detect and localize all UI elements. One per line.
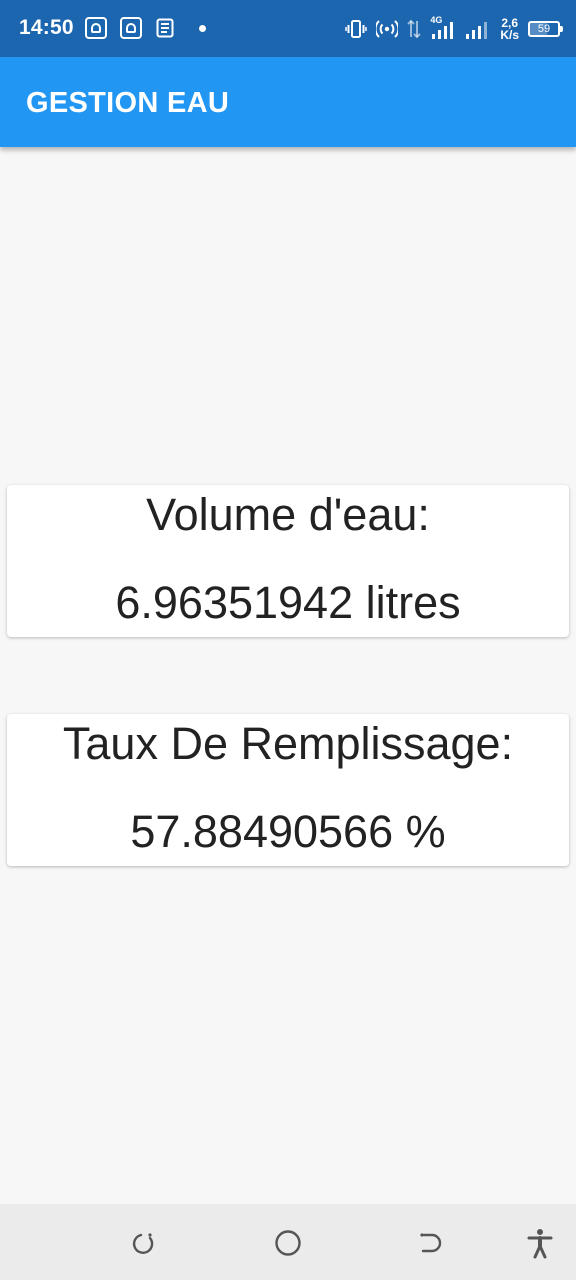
notification-dot bbox=[199, 25, 206, 32]
recent-apps-icon[interactable] bbox=[126, 1226, 160, 1260]
app-title: GESTION EAU bbox=[26, 87, 230, 119]
app-bar: GESTION EAU bbox=[0, 57, 576, 147]
battery-icon: 59 bbox=[528, 21, 563, 37]
navigation-bar bbox=[0, 1204, 576, 1280]
back-icon[interactable] bbox=[414, 1226, 448, 1260]
keyboard-icon bbox=[120, 17, 142, 39]
signal-icon bbox=[466, 22, 488, 39]
keyboard-icon bbox=[85, 17, 107, 39]
volume-value: 6.96351942 litres bbox=[115, 577, 461, 628]
system-icons: 4G 2,6 K/s 59 bbox=[345, 14, 563, 44]
signal-4g: 4G bbox=[430, 15, 456, 40]
fill-rate-label: Taux De Remplissage: bbox=[62, 718, 514, 769]
hotspot-icon bbox=[376, 20, 399, 38]
vibrate-icon bbox=[345, 20, 368, 38]
news-icon bbox=[156, 18, 174, 38]
fill-rate-card: Taux De Remplissage: 57.88490566 % bbox=[7, 714, 569, 866]
volume-label: Volume d'eau: bbox=[146, 489, 430, 540]
accessibility-icon[interactable] bbox=[523, 1226, 557, 1260]
network-speed: 2,6 K/s bbox=[500, 17, 519, 41]
speed-unit: K/s bbox=[500, 28, 519, 42]
volume-card: Volume d'eau: 6.96351942 litres bbox=[7, 485, 569, 637]
home-icon[interactable] bbox=[271, 1226, 305, 1260]
data-arrows-icon bbox=[407, 19, 422, 39]
status-bar: 14:50 4G 2,6 K/s 59 bbox=[0, 0, 576, 57]
status-time: 14:50 bbox=[19, 16, 74, 39]
signal-icon bbox=[432, 22, 454, 39]
battery-level: 59 bbox=[537, 23, 551, 35]
fill-rate-value: 57.88490566 % bbox=[130, 806, 446, 857]
